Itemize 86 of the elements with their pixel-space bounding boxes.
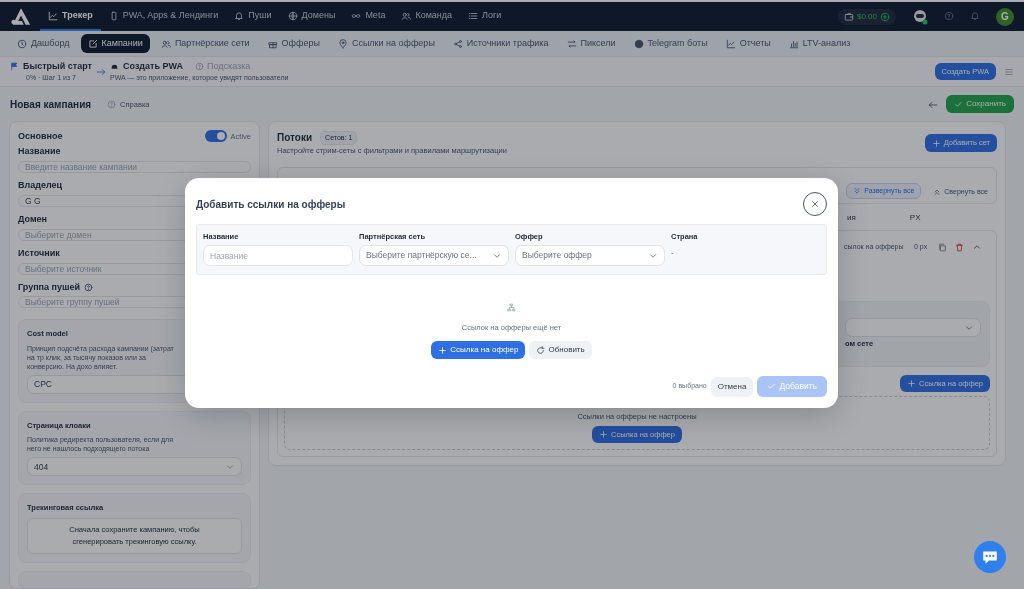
save-button[interactable]: Сохранить <box>946 95 1014 114</box>
nav-tab[interactable]: Источники трафика <box>445 33 556 54</box>
help-icon <box>107 99 117 109</box>
chart-icon <box>48 10 58 21</box>
select-field[interactable]: Выберите оффер <box>515 245 665 267</box>
edit-icon <box>87 38 98 49</box>
globe-icon <box>287 10 298 21</box>
wallet-icon <box>843 11 854 22</box>
page-title: Новая кампания <box>10 97 92 112</box>
section-title: Основное <box>18 131 63 142</box>
check-icon <box>954 99 964 109</box>
column-header: PX <box>909 212 921 225</box>
input-field[interactable]: Название <box>203 245 353 267</box>
field-label: Домен <box>18 214 47 225</box>
help-icon <box>195 61 204 71</box>
astronaut-avatar-icon[interactable] <box>912 8 928 25</box>
nav-tab[interactable]: Meta <box>343 2 394 31</box>
copy-button[interactable] <box>938 240 947 254</box>
field-label: Источник <box>18 247 60 259</box>
input-field[interactable]: Введите название кампании <box>18 161 251 174</box>
nav-tab[interactable]: Отчеты <box>718 33 778 54</box>
nav-tab[interactable]: Ссылки на офферы <box>330 33 442 54</box>
flag-icon <box>10 61 19 71</box>
nav-tab[interactable]: Логи <box>460 2 510 31</box>
phone-icon <box>108 10 119 21</box>
field-label: Группа пушей <box>18 281 80 293</box>
field-value: - <box>671 247 675 260</box>
plus-icon <box>931 138 941 148</box>
nav-tab[interactable]: Домены <box>279 2 344 31</box>
column-header: ия <box>847 212 856 225</box>
close-button[interactable] <box>803 192 827 216</box>
select-field[interactable]: 404 <box>27 457 242 477</box>
refresh-icon <box>536 345 546 355</box>
check-icon <box>767 382 777 392</box>
chart-icon <box>725 38 736 49</box>
arrow-left-icon <box>928 100 939 111</box>
sitemap-icon <box>507 303 516 313</box>
select-field[interactable] <box>845 318 981 338</box>
nav-tab[interactable]: Партнёрские сети <box>153 33 257 54</box>
people-icon <box>401 10 412 21</box>
refresh-button[interactable]: Обновить <box>529 341 592 359</box>
bar-chart-icon <box>788 38 799 49</box>
nav-tab[interactable]: Дашборд <box>10 33 77 54</box>
chat-button[interactable] <box>974 541 1006 573</box>
select-field[interactable]: Выберите партнёрскую се... <box>359 245 509 267</box>
arrows-icon <box>566 38 577 49</box>
cancel-button[interactable]: Отмена <box>710 376 754 397</box>
logo-icon <box>10 7 32 26</box>
quick-start-title: Быстрый старт <box>23 59 92 73</box>
trash-icon <box>955 242 964 252</box>
plus-icon <box>599 430 609 440</box>
arrow-right-icon <box>96 66 106 77</box>
field-label: Название <box>18 146 61 158</box>
clock-icon <box>17 38 27 49</box>
nav-tab[interactable]: LTV-анализ <box>781 33 858 54</box>
close-icon <box>810 199 820 209</box>
nav-tab[interactable]: Кампании <box>80 33 150 54</box>
user-avatar[interactable]: G <box>996 7 1014 26</box>
plus-icon <box>907 379 917 389</box>
nav-tab[interactable]: PWA, Apps & Лендинги <box>100 2 227 31</box>
copy-icon <box>938 242 947 252</box>
section-title: Потоки <box>277 131 313 146</box>
step-title: Создать PWA <box>123 59 183 73</box>
chat-icon <box>981 548 999 566</box>
delete-button[interactable] <box>955 240 964 254</box>
chevrons-down-icon <box>853 186 862 195</box>
bell-icon <box>234 10 245 21</box>
plus-circle-icon <box>880 11 890 22</box>
share-icon <box>452 38 463 49</box>
pin-icon <box>337 38 348 49</box>
people-icon <box>160 38 171 49</box>
nav-tab[interactable]: Пиксели <box>559 33 623 54</box>
nav-tab[interactable]: Пуши <box>226 2 280 31</box>
menu-icon <box>1004 66 1014 77</box>
help-icon <box>944 11 954 22</box>
nav-tab[interactable]: Telegram боты <box>626 33 715 54</box>
plus-icon <box>438 345 448 355</box>
bell-icon <box>970 11 980 22</box>
balance-button[interactable]: $0.00 <box>837 8 896 25</box>
add-link-button[interactable]: Ссылка на оффер <box>431 341 526 359</box>
nav-tab[interactable]: Офферы <box>260 33 327 54</box>
nav-tab[interactable]: Команда <box>393 2 461 31</box>
active-toggle[interactable] <box>204 130 227 143</box>
chevrons-up-icon <box>933 187 942 196</box>
list-icon <box>468 10 479 21</box>
field-label: Владелец <box>18 180 63 191</box>
